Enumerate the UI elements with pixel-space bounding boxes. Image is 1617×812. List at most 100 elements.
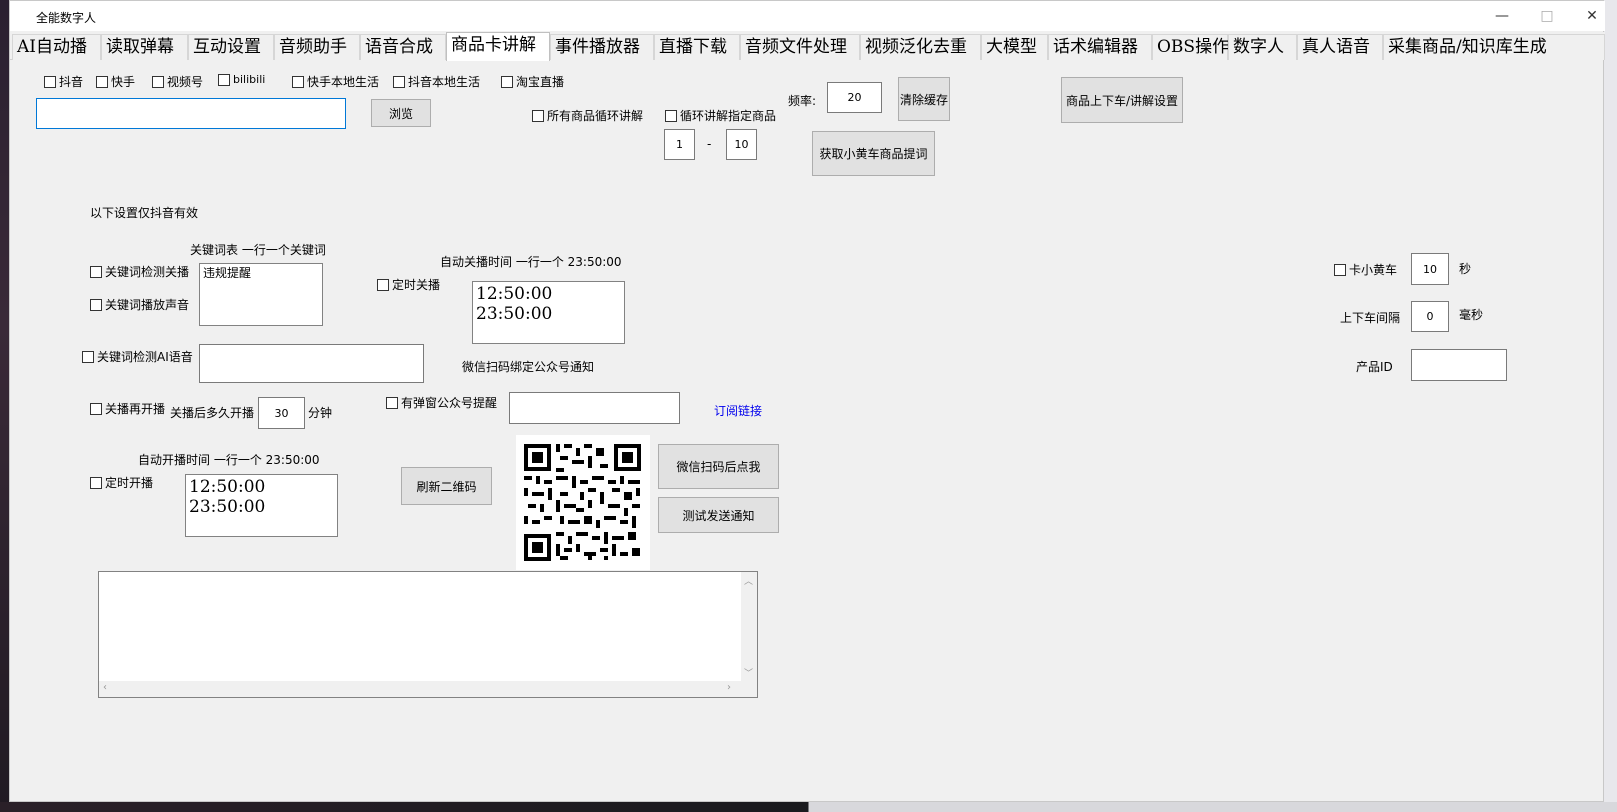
- log-horizontal-scrollbar[interactable]: ‹ ›: [99, 681, 757, 697]
- reopen-checkbox[interactable]: 关播再开播: [90, 400, 165, 417]
- platform-kuaishou-local-checkbox[interactable]: 快手本地生活: [292, 73, 379, 90]
- open-times-textarea[interactable]: 12:50:00 23:50:00: [185, 474, 338, 537]
- log-textarea[interactable]: ︿ ﹀ ‹ ›: [98, 571, 758, 698]
- checkbox-box: [292, 75, 304, 88]
- tab-obs[interactable]: OBS操作: [1152, 34, 1229, 60]
- keyword-sound-checkbox[interactable]: 关键词播放声音: [90, 296, 189, 313]
- popup-notify-checkbox[interactable]: 有弹窗公众号提醒: [386, 394, 497, 411]
- app-window: 全能数字人 — □ ✕ AI自动播 读取弹幕 互动设置 音频助手 语音合成 商品…: [9, 0, 1605, 802]
- platform-kuaishou-checkbox[interactable]: 快手: [96, 73, 135, 90]
- qr-code-icon: [516, 435, 650, 570]
- milliseconds-unit-label: 毫秒: [1459, 308, 1484, 322]
- checkbox-box: [1334, 263, 1346, 276]
- maximize-button[interactable]: □: [1535, 5, 1559, 27]
- timed-close-label: 定时关播: [392, 278, 441, 292]
- auto-open-time-label: 自动开播时间 一行一个 23:50:00: [138, 453, 320, 467]
- seconds-unit-label: 秒: [1459, 262, 1472, 276]
- taskbar-strip: [0, 802, 1617, 812]
- tab-audio-file[interactable]: 音频文件处理: [740, 34, 860, 60]
- clear-cache-button[interactable]: 清除缓存: [898, 77, 950, 121]
- keyword-list-text: 违规提醒: [203, 266, 252, 280]
- scroll-down-icon[interactable]: ﹀: [744, 666, 753, 679]
- get-cart-prompts-button[interactable]: 获取小黄车商品提词: [812, 131, 935, 176]
- tab-real-voice[interactable]: 真人语音: [1297, 34, 1383, 60]
- platform-douyin-local-checkbox[interactable]: 抖音本地生活: [393, 73, 480, 90]
- platform-label: 抖音本地生活: [408, 75, 481, 89]
- interval-label: 上下车间隔: [1340, 311, 1401, 325]
- scroll-right-icon[interactable]: ›: [727, 682, 731, 693]
- platform-label: bilibili: [233, 73, 266, 86]
- tab-script-editor[interactable]: 话术编辑器: [1048, 34, 1152, 60]
- range-to-input[interactable]: 10: [726, 129, 757, 160]
- keyword-list-textarea[interactable]: 违规提醒: [199, 263, 323, 326]
- platform-channels-checkbox[interactable]: 视频号: [152, 73, 203, 90]
- refresh-qr-button[interactable]: 刷新二维码: [401, 467, 492, 505]
- wechat-qr-code: [516, 435, 650, 570]
- checkbox-box: [82, 350, 94, 363]
- product-id-input[interactable]: [1411, 349, 1507, 381]
- tab-ai-auto[interactable]: AI自动播: [12, 34, 101, 60]
- timed-open-label: 定时开播: [105, 476, 154, 490]
- timed-close-checkbox[interactable]: 定时关播: [377, 276, 440, 293]
- platform-label: 抖音: [59, 75, 84, 89]
- keyword-sound-label: 关键词播放声音: [105, 298, 190, 312]
- platform-label: 快手本地生活: [307, 75, 380, 89]
- loop-all-label: 所有商品循环讲解: [547, 109, 644, 123]
- title-bar: 全能数字人 — □ ✕: [10, 1, 1605, 31]
- checkbox-box: [665, 109, 677, 122]
- tab-digital-human[interactable]: 数字人: [1228, 34, 1297, 60]
- scroll-up-icon[interactable]: ︿: [744, 574, 753, 587]
- timed-open-checkbox[interactable]: 定时开播: [90, 474, 153, 491]
- frequency-input[interactable]: 20: [827, 82, 882, 113]
- checkbox-box: [90, 298, 102, 311]
- close-button[interactable]: ✕: [1580, 5, 1604, 27]
- keyword-close-label: 关键词检测关播: [105, 265, 190, 279]
- tab-product-card[interactable]: 商品卡讲解: [446, 32, 550, 61]
- popup-notify-input[interactable]: [509, 392, 680, 424]
- keyword-ai-label: 关键词检测AI语音: [97, 350, 193, 364]
- product-settings-button[interactable]: 商品上下车/讲解设置: [1061, 77, 1183, 123]
- minimize-button[interactable]: —: [1490, 5, 1514, 27]
- tab-video-dedup[interactable]: 视频泛化去重: [860, 34, 981, 60]
- tab-live-download[interactable]: 直播下载: [654, 34, 740, 60]
- browse-button[interactable]: 浏览: [371, 99, 431, 127]
- test-notify-button[interactable]: 测试发送通知: [658, 497, 779, 533]
- tab-read-danmaku[interactable]: 读取弹幕: [101, 34, 188, 60]
- cart-label: 卡小黄车: [1349, 263, 1398, 277]
- platform-bilibili-checkbox[interactable]: bilibili: [218, 73, 265, 86]
- interval-input[interactable]: 0: [1411, 301, 1449, 332]
- checkbox-box: [218, 73, 230, 86]
- tab-audio-assistant[interactable]: 音频助手: [274, 34, 360, 60]
- platform-taobao-checkbox[interactable]: 淘宝直播: [501, 73, 564, 90]
- tab-strip: AI自动播 读取弹幕 互动设置 音频助手 语音合成 商品卡讲解 事件播放器 直播…: [10, 32, 1605, 61]
- checkbox-box: [90, 476, 102, 489]
- checkbox-box: [393, 75, 405, 88]
- keyword-ai-checkbox[interactable]: 关键词检测AI语音: [82, 348, 193, 365]
- platform-douyin-checkbox[interactable]: 抖音: [44, 73, 83, 90]
- subscribe-link[interactable]: 订阅链接: [714, 402, 762, 419]
- range-from-input[interactable]: 1: [664, 129, 695, 160]
- tab-interaction[interactable]: 互动设置: [188, 34, 274, 60]
- log-vertical-scrollbar[interactable]: ︿ ﹀: [741, 572, 757, 682]
- file-path-input[interactable]: [36, 98, 346, 129]
- tab-collect-products[interactable]: 采集商品/知识库生成: [1383, 34, 1605, 60]
- checkbox-box: [377, 278, 389, 291]
- loop-specific-checkbox[interactable]: 循环讲解指定商品: [665, 107, 776, 124]
- cart-checkbox[interactable]: 卡小黄车: [1334, 261, 1397, 278]
- popup-notify-label: 有弹窗公众号提醒: [401, 396, 498, 410]
- loop-all-checkbox[interactable]: 所有商品循环讲解: [532, 107, 643, 124]
- close-times-textarea[interactable]: 12:50:00 23:50:00: [472, 281, 625, 344]
- keyword-ai-input[interactable]: [199, 344, 424, 383]
- tab-tts[interactable]: 语音合成: [360, 34, 446, 60]
- keyword-close-checkbox[interactable]: 关键词检测关播: [90, 263, 189, 280]
- checkbox-box: [96, 75, 108, 88]
- wechat-scan-done-button[interactable]: 微信扫码后点我: [658, 444, 779, 489]
- reopen-minutes-input[interactable]: 30: [258, 397, 305, 429]
- cart-seconds-input[interactable]: 10: [1411, 253, 1449, 285]
- checkbox-box: [152, 75, 164, 88]
- scroll-left-icon[interactable]: ‹: [103, 682, 107, 693]
- tab-event-player[interactable]: 事件播放器: [550, 34, 654, 60]
- tab-llm[interactable]: 大模型: [981, 34, 1048, 60]
- checkbox-box: [44, 75, 56, 88]
- checkbox-box: [501, 75, 513, 88]
